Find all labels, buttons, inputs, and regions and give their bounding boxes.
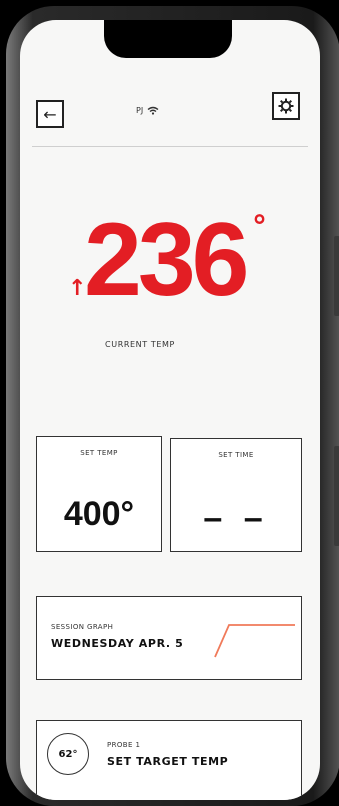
settings-button[interactable] <box>272 92 300 120</box>
app-screen: ← PJ ↑ 236 ° CURRENT TEMP SET TEMP 400° … <box>20 20 320 800</box>
set-time-value: – – <box>203 499 269 537</box>
set-temp-card[interactable]: SET TEMP 400° <box>36 436 162 552</box>
current-temp-value: 236 <box>84 202 250 318</box>
wifi-icon <box>147 106 159 115</box>
set-time-card[interactable]: SET TIME – – <box>170 438 302 552</box>
session-graph-date: WEDNESDAY APR. 5 <box>51 637 184 650</box>
probe-card[interactable]: 62° PROBE 1 SET TARGET TEMP <box>36 720 302 800</box>
set-temp-label: SET TEMP <box>80 449 118 457</box>
header-divider <box>32 146 308 147</box>
device-status: PJ <box>136 106 159 115</box>
set-target-temp-link[interactable]: SET TARGET TEMP <box>107 755 228 768</box>
session-graph-card[interactable]: SESSION GRAPH WEDNESDAY APR. 5 <box>36 596 302 680</box>
side-button <box>334 446 339 546</box>
volume-button <box>334 236 339 316</box>
probe-temp-badge: 62° <box>47 733 89 775</box>
gear-icon <box>278 98 294 114</box>
probe-label: PROBE 1 <box>107 741 141 749</box>
device-name: PJ <box>136 106 144 115</box>
current-temp-degree: ° <box>252 210 267 245</box>
arrow-left-icon: ← <box>43 104 57 124</box>
notch <box>104 20 232 58</box>
back-button[interactable]: ← <box>36 100 64 128</box>
set-time-label: SET TIME <box>218 451 254 459</box>
session-graph-sparkline <box>214 624 295 658</box>
set-temp-value: 400° <box>63 495 135 533</box>
session-graph-label: SESSION GRAPH <box>51 623 114 631</box>
current-temp-label: CURRENT TEMP <box>105 340 175 349</box>
